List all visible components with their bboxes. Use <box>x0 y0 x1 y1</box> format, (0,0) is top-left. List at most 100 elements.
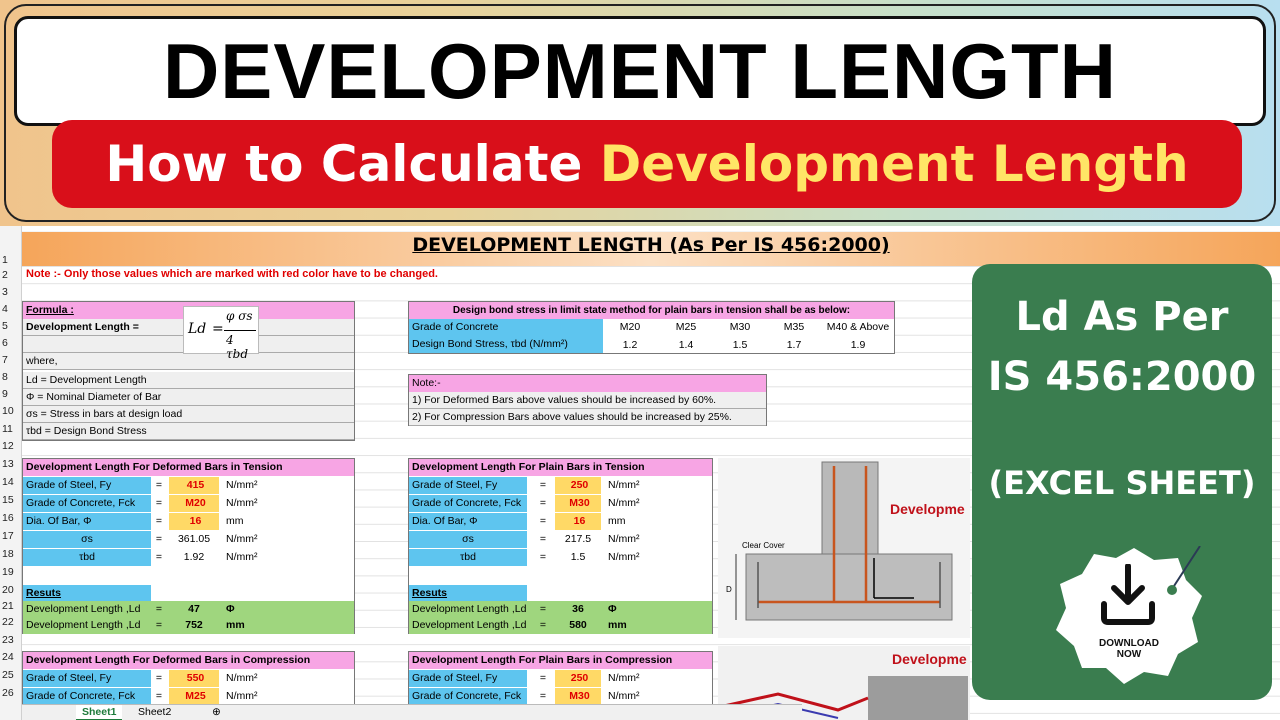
bond-value-m25: 1.4 <box>678 339 694 351</box>
row-number[interactable]: 12 <box>2 440 20 452</box>
formula-where: where, <box>23 353 354 370</box>
deformed-compression-title: Development Length For Deformed Bars in … <box>23 652 354 669</box>
pt-dia-input[interactable]: 16 <box>555 513 601 530</box>
dc-fck-label: Grade of Concrete, Fck <box>23 688 151 705</box>
row-number[interactable]: 23 <box>2 634 20 646</box>
dt-sigma-label: σs <box>23 531 151 548</box>
row-number[interactable]: 13 <box>2 458 20 470</box>
sheet-tab-bar: Sheet1 Sheet2 ⊕ <box>22 704 802 720</box>
row-number[interactable]: 14 <box>2 476 20 488</box>
footing-drawing: D Clear Cover Developme <box>718 458 970 638</box>
tab-sheet2[interactable]: Sheet2 <box>132 705 177 720</box>
pc-fck-eq: = <box>539 690 547 702</box>
pt-fck-input[interactable]: M30 <box>555 495 601 512</box>
pt-ld2-unit: mm <box>608 619 627 631</box>
pc-fy-input[interactable]: 250 <box>555 670 601 687</box>
dc-fy-input[interactable]: 550 <box>169 670 219 687</box>
dt-fy-label: Grade of Steel, Fy <box>23 477 151 494</box>
formula-denominator: 4 τbd <box>226 333 249 361</box>
row-number[interactable]: 17 <box>2 530 20 542</box>
download-icon-svg <box>1101 563 1155 625</box>
pt-ld2-value: 580 <box>569 619 587 631</box>
row-number[interactable]: 18 <box>2 548 20 560</box>
download-badge[interactable]: DOWNLOAD NOW <box>1054 545 1204 686</box>
row-number[interactable]: 4 <box>2 303 20 315</box>
deformed-tension-section: Development Length For Deformed Bars in … <box>22 458 355 634</box>
formula-def-3: σs = Stress in bars at design load <box>23 406 354 423</box>
card-line-1: Ld As Per <box>1015 294 1229 340</box>
pc-fy-eq: = <box>539 672 547 684</box>
formula-def-2: Φ = Nominal Diameter of Bar <box>23 389 354 406</box>
dt-dia-unit: mm <box>226 515 244 527</box>
row-number[interactable]: 19 <box>2 566 20 578</box>
dt-dia-eq: = <box>155 515 163 527</box>
pt-dia-eq: = <box>539 515 547 527</box>
pc-fck-input[interactable]: M30 <box>555 688 601 705</box>
dc-fck-unit: N/mm² <box>226 690 258 702</box>
formula-numerator: φ σs <box>226 309 253 323</box>
dt-fck-input[interactable]: M20 <box>169 495 219 512</box>
plain-compression-section: Development Length For Plain Bars in Com… <box>408 651 713 711</box>
row-number[interactable]: 6 <box>2 337 20 349</box>
note-box-line2: 2) For Compression Bars above values sho… <box>409 409 766 426</box>
dt-dia-input[interactable]: 16 <box>169 513 219 530</box>
row-number[interactable]: 2 <box>2 269 20 281</box>
bond-value-m30: 1.5 <box>732 339 748 351</box>
dt-fck-label: Grade of Concrete, Fck <box>23 495 151 512</box>
row-number[interactable]: 21 <box>2 600 20 612</box>
row-number[interactable]: 16 <box>2 512 20 524</box>
pt-tbd-label: τbd <box>409 549 527 566</box>
drawing-dim-label: D <box>726 585 732 594</box>
dt-tbd-unit: N/mm² <box>226 551 258 563</box>
formula-bar <box>224 330 256 331</box>
card-line-2: IS 456:2000 <box>987 354 1257 400</box>
bond-value-m20: 1.2 <box>622 339 638 351</box>
dt-fy-input[interactable]: 415 <box>169 477 219 494</box>
row-number[interactable]: 22 <box>2 616 20 628</box>
pt-fy-input[interactable]: 250 <box>555 477 601 494</box>
dt-ld1-eq: = <box>155 603 163 615</box>
dt-fck-eq: = <box>155 497 163 509</box>
pt-fck-unit: N/mm² <box>608 497 640 509</box>
pc-fy-label: Grade of Steel, Fy <box>409 670 527 687</box>
row-number[interactable]: 11 <box>2 423 20 435</box>
subtitle-box: How to Calculate Development Length <box>52 120 1242 208</box>
row-number[interactable]: 20 <box>2 584 20 596</box>
subtitle: How to Calculate Development Length <box>105 135 1188 193</box>
dt-ld2-label: Development Length ,Ld <box>26 619 141 631</box>
formula-def-4: τbd = Design Bond Stress <box>23 423 354 440</box>
pt-fy-label: Grade of Steel, Fy <box>409 477 527 494</box>
row-number[interactable]: 10 <box>2 405 20 417</box>
deformed-tension-title: Development Length For Deformed Bars in … <box>23 459 354 476</box>
bond-row1-label: Grade of Concrete <box>409 319 603 336</box>
dc-fck-input[interactable]: M25 <box>169 688 219 705</box>
pt-ld1-value: 36 <box>572 603 584 615</box>
row-number[interactable]: 5 <box>2 320 20 332</box>
row-number[interactable]: 3 <box>2 286 20 298</box>
row-number[interactable]: 8 <box>2 371 20 383</box>
dt-tbd-eq: = <box>155 551 163 563</box>
tab-sheet1[interactable]: Sheet1 <box>76 705 123 720</box>
pt-ld2-label: Development Length ,Ld <box>412 619 527 631</box>
bond-table-title: Design bond stress in limit state method… <box>409 302 894 319</box>
dt-ld1-unit: Φ <box>226 603 235 615</box>
pc-fck-unit: N/mm² <box>608 690 640 702</box>
row-number[interactable]: 1 <box>2 254 20 266</box>
dt-fy-eq: = <box>155 479 163 491</box>
row-number[interactable]: 26 <box>2 687 20 699</box>
add-sheet-icon[interactable]: ⊕ <box>206 705 227 720</box>
row-number[interactable]: 7 <box>2 354 20 366</box>
row-number[interactable]: 9 <box>2 388 20 400</box>
download-text-1: DOWNLOAD <box>1099 638 1159 649</box>
banner: DEVELOPMENT LENGTH How to Calculate Deve… <box>0 0 1280 226</box>
dt-ld2-unit: mm <box>226 619 245 631</box>
row-number[interactable]: 24 <box>2 651 20 663</box>
pt-fy-eq: = <box>539 479 547 491</box>
subtitle-white: How to Calculate <box>105 135 583 193</box>
dc-fy-label: Grade of Steel, Fy <box>23 670 151 687</box>
pt-ld1-unit: Φ <box>608 603 617 615</box>
row-number[interactable]: 15 <box>2 494 20 506</box>
title-box: DEVELOPMENT LENGTH <box>14 16 1266 126</box>
download-icon <box>1100 563 1156 628</box>
row-number[interactable]: 25 <box>2 669 20 681</box>
